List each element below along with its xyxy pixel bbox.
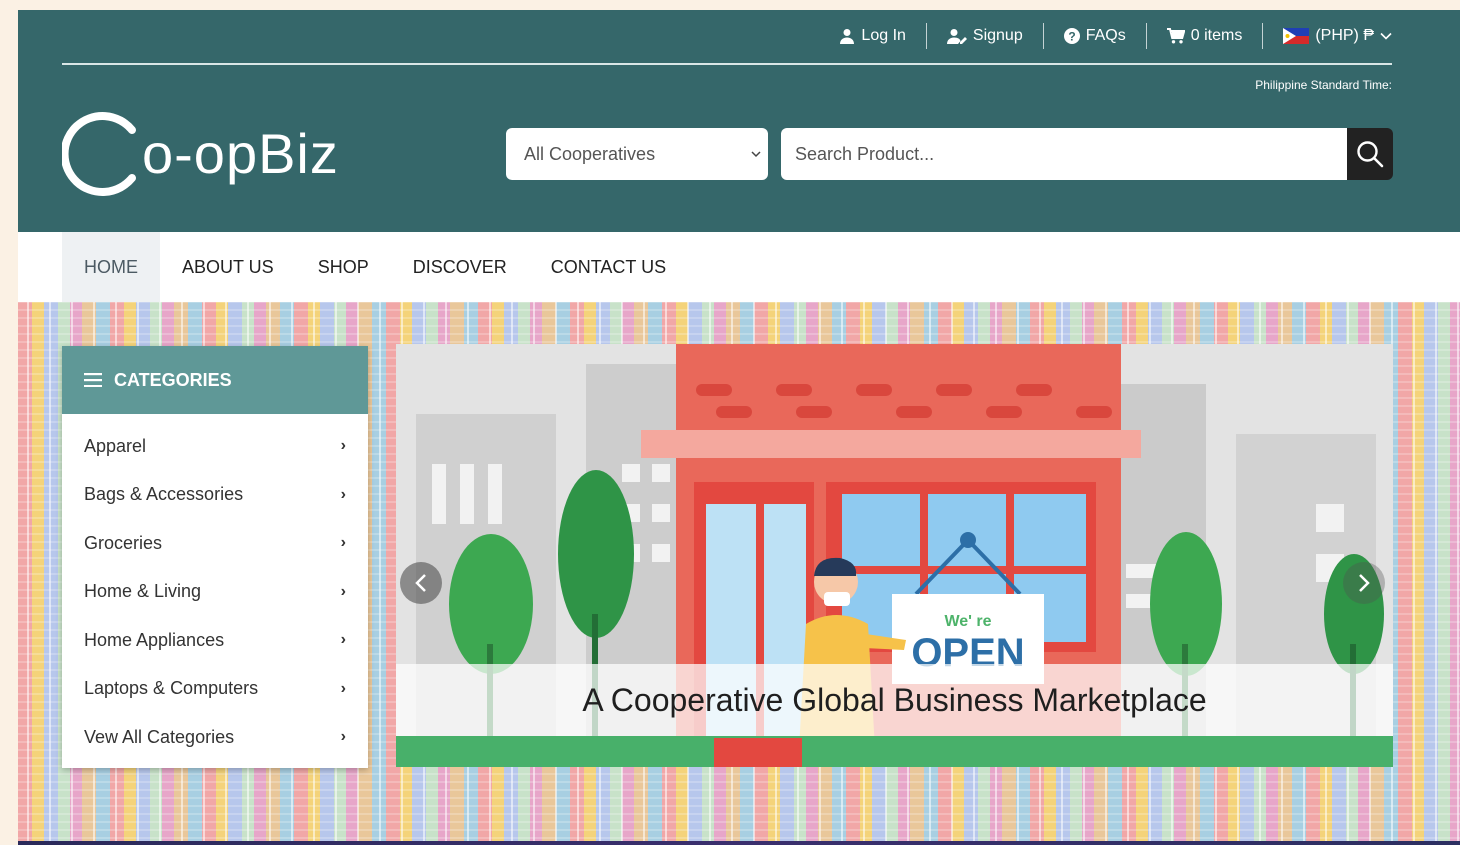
divider bbox=[1042, 23, 1044, 49]
signup-label: Signup bbox=[972, 27, 1023, 44]
page-frame: Log In Signup ? FAQs 0 items (PHP) ₱ Phi… bbox=[18, 10, 1460, 845]
timezone-label: Philippine Standard Time: bbox=[1255, 78, 1392, 92]
divider bbox=[1262, 23, 1264, 49]
category-home-living[interactable]: Home & Living › bbox=[62, 568, 368, 617]
cart-label: 0 items bbox=[1190, 27, 1243, 44]
divider bbox=[1145, 23, 1147, 49]
user-icon bbox=[840, 29, 855, 44]
categories-panel: CATEGORIES Apparel › Bags & Accessories › … bbox=[62, 346, 368, 768]
chevron-down-icon bbox=[1380, 32, 1392, 40]
search-icon bbox=[1357, 141, 1384, 168]
user-edit-icon bbox=[946, 29, 967, 44]
divider bbox=[925, 23, 927, 49]
chevron-left-icon bbox=[415, 574, 426, 592]
site-header: Log In Signup ? FAQs 0 items (PHP) ₱ Phi… bbox=[18, 10, 1460, 232]
cooperative-select-value: All Cooperatives bbox=[524, 143, 656, 164]
image-slider: We' re OPEN A Cooperative Global Busines… bbox=[396, 344, 1393, 767]
signup-link[interactable]: Signup bbox=[927, 27, 1043, 45]
nav-shop[interactable]: SHOP bbox=[296, 232, 391, 302]
chevron-right-icon: › bbox=[340, 582, 346, 600]
search-button[interactable] bbox=[1347, 128, 1393, 180]
search-placeholder: Search Product... bbox=[795, 143, 935, 164]
chevron-right-icon: › bbox=[340, 437, 346, 455]
chevron-right-icon: › bbox=[340, 728, 346, 746]
sign-top-text: We' re bbox=[944, 613, 991, 630]
cart-link[interactable]: 0 items bbox=[1147, 27, 1263, 45]
svg-text:?: ? bbox=[1068, 30, 1075, 44]
category-list: Apparel › Bags & Accessories › Groceries › … bbox=[62, 414, 368, 762]
cart-icon bbox=[1166, 28, 1185, 44]
site-logo[interactable]: o-opBiz bbox=[62, 108, 339, 200]
category-bags-accessories[interactable]: Bags & Accessories › bbox=[62, 471, 368, 520]
category-label: Laptops & Computers bbox=[84, 678, 259, 699]
faqs-label: FAQs bbox=[1085, 27, 1126, 44]
category-laptops-computers[interactable]: Laptops & Computers › bbox=[62, 665, 368, 714]
chevron-right-icon bbox=[1359, 574, 1370, 592]
chevron-right-icon: › bbox=[340, 485, 346, 503]
top-bar: Log In Signup ? FAQs 0 items (PHP) ₱ bbox=[819, 22, 1392, 50]
logo-text: o-opBiz bbox=[142, 122, 339, 185]
currency-selector[interactable]: (PHP) ₱ bbox=[1263, 27, 1392, 45]
chevron-right-icon: › bbox=[340, 534, 346, 552]
login-link[interactable]: Log In bbox=[819, 27, 925, 45]
category-label: Vew All Categories bbox=[84, 726, 235, 747]
slider-next-button[interactable] bbox=[1343, 562, 1385, 604]
question-circle-icon: ? bbox=[1063, 28, 1080, 44]
category-groceries[interactable]: Groceries › bbox=[62, 519, 368, 568]
nav-contact-us[interactable]: CONTACT US bbox=[529, 232, 688, 302]
nav-home[interactable]: HOME bbox=[62, 232, 160, 302]
bottom-strip bbox=[18, 841, 1460, 845]
search-bar: Search Product... bbox=[781, 128, 1393, 180]
chevron-down-icon bbox=[751, 151, 761, 158]
header-divider bbox=[62, 63, 1392, 65]
slider-prev-button[interactable] bbox=[400, 562, 442, 604]
currency-label: (PHP) ₱ bbox=[1315, 27, 1374, 44]
hero-banner: CATEGORIES Apparel › Bags & Accessories › … bbox=[18, 302, 1460, 845]
nav-about-us[interactable]: ABOUT US bbox=[160, 232, 296, 302]
category-label: Groceries bbox=[84, 532, 163, 553]
category-label: Bags & Accessories bbox=[84, 484, 244, 505]
nav-discover[interactable]: DISCOVER bbox=[391, 232, 529, 302]
categories-title: CATEGORIES bbox=[114, 369, 232, 390]
search-input[interactable]: Search Product... bbox=[781, 128, 1347, 180]
category-apparel[interactable]: Apparel › bbox=[62, 422, 368, 471]
category-view-all[interactable]: Vew All Categories › bbox=[62, 713, 368, 762]
slider-caption: A Cooperative Global Business Marketplac… bbox=[396, 664, 1393, 736]
main-nav: HOME ABOUT US SHOP DISCOVER CONTACT US bbox=[18, 232, 1460, 302]
login-label: Log In bbox=[861, 27, 906, 44]
categories-header[interactable]: CATEGORIES bbox=[62, 346, 368, 414]
philippines-flag-icon bbox=[1283, 28, 1310, 44]
menu-icon bbox=[84, 373, 102, 387]
category-label: Apparel bbox=[84, 435, 147, 456]
chevron-right-icon: › bbox=[340, 679, 346, 697]
chevron-right-icon: › bbox=[340, 631, 346, 649]
category-label: Home & Living bbox=[84, 581, 202, 602]
category-home-appliances[interactable]: Home Appliances › bbox=[62, 616, 368, 665]
faqs-link[interactable]: ? FAQs bbox=[1044, 27, 1146, 45]
category-label: Home Appliances bbox=[84, 629, 225, 650]
cooperative-select[interactable]: All Cooperatives bbox=[506, 128, 768, 180]
logo-c-icon bbox=[62, 112, 136, 196]
